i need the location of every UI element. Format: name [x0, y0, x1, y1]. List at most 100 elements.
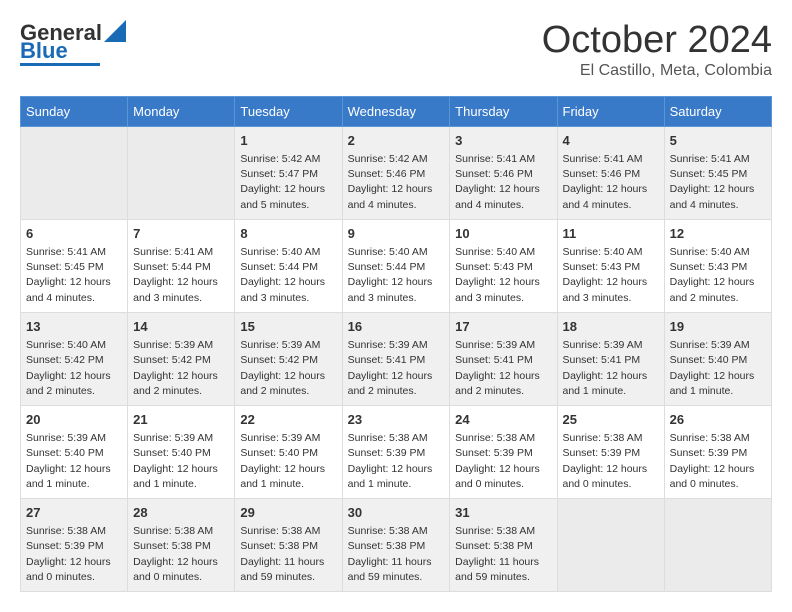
day-number: 13 [26, 318, 122, 336]
calendar-day-cell: 15 Sunrise: 5:39 AM Sunset: 5:42 PM Dayli… [235, 312, 342, 405]
day-number: 1 [240, 132, 336, 150]
calendar-day-cell: 23Sunrise: 5:38 AM Sunset: 5:39 PM Dayli… [342, 405, 450, 498]
day-info: Sunrise: 5:42 AM Sunset: 5:47 PM Dayligh… [240, 152, 336, 213]
day-number: 26 [670, 411, 766, 429]
day-info: Sunrise: 5:39 AM Sunset: 5:41 PM Dayligh… [348, 338, 445, 399]
day-number: 4 [563, 132, 659, 150]
day-info: Sunrise: 5:41 AM Sunset: 5:45 PM Dayligh… [26, 245, 122, 306]
day-info: Sunrise: 5:39 AM Sunset: 5:42 PM Dayligh… [133, 338, 229, 399]
day-number: 21 [133, 411, 229, 429]
calendar-day-cell: 18Sunrise: 5:39 AM Sunset: 5:41 PM Dayli… [557, 312, 664, 405]
calendar-day-cell: 27 Sunrise: 5:38 AM Sunset: 5:39 PM Dayli… [21, 499, 128, 592]
calendar-day-cell: 7 Sunrise: 5:41 AM Sunset: 5:44 PM Daylig… [128, 219, 235, 312]
day-info: Sunrise: 5:40 AM Sunset: 5:43 PM Dayligh… [455, 245, 551, 306]
calendar-day-cell: 29 Sunrise: 5:38 AM Sunset: 5:38 PM Dayli… [235, 499, 342, 592]
day-number: 25 [563, 411, 659, 429]
day-info: Sunrise: 5:40 AM Sunset: 5:43 PM Dayligh… [670, 245, 766, 306]
weekday-header-tuesday: Tuesday [235, 96, 342, 126]
day-info: Sunrise: 5:41 AM Sunset: 5:46 PM Dayligh… [455, 152, 551, 213]
calendar-day-cell: 6 Sunrise: 5:41 AM Sunset: 5:45 PM Daylig… [21, 219, 128, 312]
day-number: 10 [455, 225, 551, 243]
day-info: Sunrise: 5:41 AM Sunset: 5:44 PM Dayligh… [133, 245, 229, 306]
day-info: Sunrise: 5:38 AM Sunset: 5:39 PM Dayligh… [348, 431, 445, 492]
calendar-day-cell: 19 Sunrise: 5:39 AM Sunset: 5:40 PM Dayli… [664, 312, 771, 405]
day-info: Sunrise: 5:38 AM Sunset: 5:39 PM Dayligh… [455, 431, 551, 492]
calendar-day-cell: 9Sunrise: 5:40 AM Sunset: 5:44 PM Daylig… [342, 219, 450, 312]
calendar-day-cell: 22 Sunrise: 5:39 AM Sunset: 5:40 PM Dayli… [235, 405, 342, 498]
calendar-day-cell: 28 Sunrise: 5:38 AM Sunset: 5:38 PM Dayli… [128, 499, 235, 592]
day-info: Sunrise: 5:38 AM Sunset: 5:38 PM Dayligh… [348, 524, 445, 585]
calendar-day-cell: 8 Sunrise: 5:40 AM Sunset: 5:44 PM Daylig… [235, 219, 342, 312]
calendar-day-cell: 16 Sunrise: 5:39 AM Sunset: 5:41 PM Dayli… [342, 312, 450, 405]
calendar-header-row: SundayMondayTuesdayWednesdayThursdayFrid… [21, 96, 772, 126]
day-info: Sunrise: 5:39 AM Sunset: 5:40 PM Dayligh… [26, 431, 122, 492]
calendar-day-cell: 2Sunrise: 5:42 AM Sunset: 5:46 PM Daylig… [342, 126, 450, 219]
calendar-day-cell: 14 Sunrise: 5:39 AM Sunset: 5:42 PM Dayli… [128, 312, 235, 405]
day-number: 5 [670, 132, 766, 150]
logo-icon [104, 20, 126, 42]
day-info: Sunrise: 5:38 AM Sunset: 5:38 PM Dayligh… [133, 524, 229, 585]
calendar-day-cell: 30 Sunrise: 5:38 AM Sunset: 5:38 PM Dayli… [342, 499, 450, 592]
day-number: 14 [133, 318, 229, 336]
day-number: 17 [455, 318, 551, 336]
day-info: Sunrise: 5:40 AM Sunset: 5:43 PM Dayligh… [563, 245, 659, 306]
calendar-day-cell [664, 499, 771, 592]
calendar-day-cell: 25 Sunrise: 5:38 AM Sunset: 5:39 PM Dayli… [557, 405, 664, 498]
month-title: October 2024 [542, 20, 772, 62]
day-number: 30 [348, 504, 445, 522]
day-number: 28 [133, 504, 229, 522]
day-number: 3 [455, 132, 551, 150]
day-info: Sunrise: 5:41 AM Sunset: 5:45 PM Dayligh… [670, 152, 766, 213]
day-number: 15 [240, 318, 336, 336]
day-number: 7 [133, 225, 229, 243]
title-section: October 2024 El Castillo, Meta, Colombia [542, 20, 772, 80]
day-info: Sunrise: 5:39 AM Sunset: 5:42 PM Dayligh… [240, 338, 336, 399]
weekday-header-monday: Monday [128, 96, 235, 126]
day-number: 18 [563, 318, 659, 336]
calendar-day-cell: 10 Sunrise: 5:40 AM Sunset: 5:43 PM Dayli… [450, 219, 557, 312]
day-number: 12 [670, 225, 766, 243]
day-number: 27 [26, 504, 122, 522]
calendar-day-cell: 11 Sunrise: 5:40 AM Sunset: 5:43 PM Dayli… [557, 219, 664, 312]
calendar-day-cell: 24Sunrise: 5:38 AM Sunset: 5:39 PM Dayli… [450, 405, 557, 498]
day-info: Sunrise: 5:38 AM Sunset: 5:39 PM Dayligh… [563, 431, 659, 492]
calendar-day-cell: 5 Sunrise: 5:41 AM Sunset: 5:45 PM Daylig… [664, 126, 771, 219]
day-info: Sunrise: 5:40 AM Sunset: 5:44 PM Dayligh… [348, 245, 445, 306]
day-number: 20 [26, 411, 122, 429]
day-info: Sunrise: 5:39 AM Sunset: 5:40 PM Dayligh… [240, 431, 336, 492]
day-number: 31 [455, 504, 551, 522]
calendar-day-cell: 31Sunrise: 5:38 AM Sunset: 5:38 PM Dayli… [450, 499, 557, 592]
day-number: 8 [240, 225, 336, 243]
day-number: 11 [563, 225, 659, 243]
day-info: Sunrise: 5:38 AM Sunset: 5:39 PM Dayligh… [26, 524, 122, 585]
calendar-day-cell: 26 Sunrise: 5:38 AM Sunset: 5:39 PM Dayli… [664, 405, 771, 498]
calendar-day-cell [557, 499, 664, 592]
day-number: 29 [240, 504, 336, 522]
calendar-week-row: 20 Sunrise: 5:39 AM Sunset: 5:40 PM Dayli… [21, 405, 772, 498]
day-info: Sunrise: 5:39 AM Sunset: 5:40 PM Dayligh… [670, 338, 766, 399]
day-info: Sunrise: 5:38 AM Sunset: 5:39 PM Dayligh… [670, 431, 766, 492]
day-info: Sunrise: 5:38 AM Sunset: 5:38 PM Dayligh… [240, 524, 336, 585]
day-info: Sunrise: 5:39 AM Sunset: 5:41 PM Dayligh… [455, 338, 551, 399]
calendar-table: SundayMondayTuesdayWednesdayThursdayFrid… [20, 96, 772, 592]
day-number: 22 [240, 411, 336, 429]
day-number: 6 [26, 225, 122, 243]
weekday-header-friday: Friday [557, 96, 664, 126]
calendar-day-cell: 13Sunrise: 5:40 AM Sunset: 5:42 PM Dayli… [21, 312, 128, 405]
day-info: Sunrise: 5:41 AM Sunset: 5:46 PM Dayligh… [563, 152, 659, 213]
logo: General Blue [20, 20, 126, 66]
day-number: 19 [670, 318, 766, 336]
day-info: Sunrise: 5:40 AM Sunset: 5:44 PM Dayligh… [240, 245, 336, 306]
weekday-header-thursday: Thursday [450, 96, 557, 126]
calendar-day-cell [21, 126, 128, 219]
calendar-week-row: 6 Sunrise: 5:41 AM Sunset: 5:45 PM Daylig… [21, 219, 772, 312]
calendar-day-cell: 4 Sunrise: 5:41 AM Sunset: 5:46 PM Daylig… [557, 126, 664, 219]
location: El Castillo, Meta, Colombia [542, 62, 772, 80]
calendar-day-cell: 1 Sunrise: 5:42 AM Sunset: 5:47 PM Daylig… [235, 126, 342, 219]
calendar-week-row: 27 Sunrise: 5:38 AM Sunset: 5:39 PM Dayli… [21, 499, 772, 592]
calendar-week-row: 13Sunrise: 5:40 AM Sunset: 5:42 PM Dayli… [21, 312, 772, 405]
calendar-day-cell: 3 Sunrise: 5:41 AM Sunset: 5:46 PM Daylig… [450, 126, 557, 219]
calendar-day-cell: 21 Sunrise: 5:39 AM Sunset: 5:40 PM Dayli… [128, 405, 235, 498]
day-number: 16 [348, 318, 445, 336]
day-info: Sunrise: 5:39 AM Sunset: 5:40 PM Dayligh… [133, 431, 229, 492]
